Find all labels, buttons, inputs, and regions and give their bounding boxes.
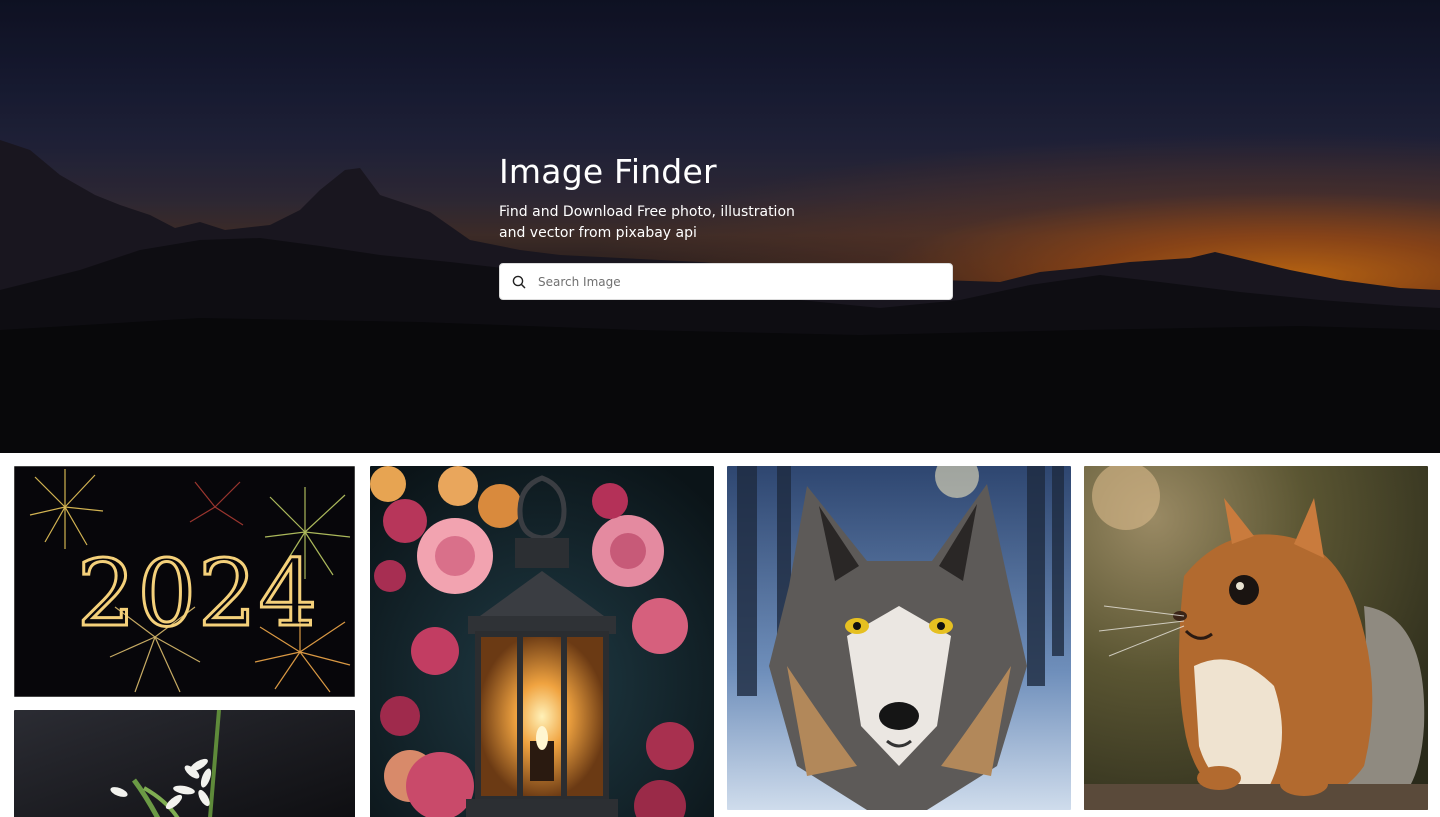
gallery-image-white-flowers[interactable] — [14, 710, 355, 817]
wolf-image — [727, 466, 1071, 810]
hero-subtitle: Find and Download Free photo, illustrati… — [499, 204, 795, 241]
svg-text:2024: 2024 — [77, 540, 319, 647]
gallery-image-squirrel[interactable] — [1084, 466, 1428, 810]
gallery-image-new-year-2024[interactable]: 2024 — [14, 466, 355, 697]
hero-banner: Image Finder Find and Download Free phot… — [0, 0, 1440, 453]
search-bar[interactable] — [499, 263, 953, 300]
search-icon[interactable] — [500, 263, 538, 300]
lantern-image — [370, 466, 714, 817]
hero-content: Image Finder Find and Download Free phot… — [499, 148, 959, 244]
page-title: Image Finder — [499, 152, 717, 191]
image-gallery: 2024 — [0, 453, 1440, 817]
flowers-image — [14, 710, 355, 817]
fireworks-image: 2024 — [15, 467, 354, 696]
squirrel-image — [1084, 466, 1428, 810]
gallery-image-lantern-roses[interactable] — [370, 466, 714, 817]
search-input[interactable] — [538, 264, 952, 299]
gallery-image-wolf-portrait[interactable] — [727, 466, 1071, 810]
